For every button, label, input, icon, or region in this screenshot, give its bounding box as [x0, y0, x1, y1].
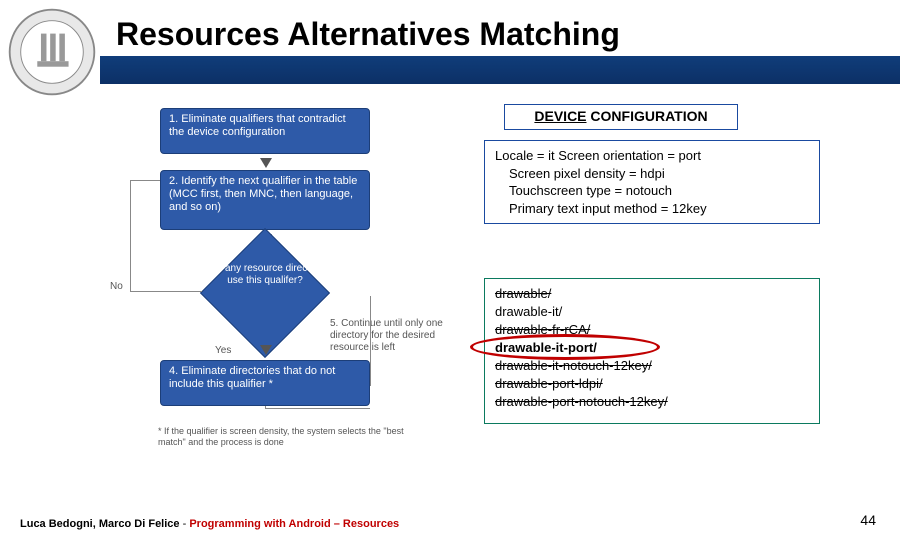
arrow-down-icon — [260, 345, 272, 355]
slide-footer: Luca Bedogni, Marco Di Felice - Programm… — [20, 518, 399, 530]
title-wrap: Resources Alternatives Matching — [116, 16, 620, 53]
diamond-shape — [200, 228, 330, 358]
title-part2: Alternatives Matching — [287, 16, 620, 52]
config-line-locale: Locale = it Screen orientation = port — [495, 147, 809, 165]
drawable-entry: drawable/ — [495, 285, 809, 303]
footer-authors: Luca Bedogni, Marco Di Felice — [20, 518, 180, 530]
crest-icon — [6, 6, 98, 98]
connector-line — [265, 406, 266, 409]
connector-line — [130, 291, 202, 292]
config-line-density: Screen pixel density = hdpi — [495, 165, 809, 183]
connector-line — [130, 180, 131, 291]
drawable-entry: drawable-it/ — [495, 303, 809, 321]
devconf-configuration: CONFIGURATION — [587, 108, 708, 124]
slide-root: Resources Alternatives Matching 1. Elimi… — [0, 0, 900, 540]
flow-step-4: 4. Eliminate directories that do not inc… — [160, 360, 370, 406]
connector-line — [370, 296, 371, 386]
no-label: No — [110, 281, 123, 292]
drawable-entry: drawable-port-notouch-12key/ — [495, 393, 809, 411]
config-line-touch: Touchscreen type = notouch — [495, 182, 809, 200]
devconf-device: DEVICE — [534, 108, 586, 124]
yes-label: Yes — [215, 345, 231, 356]
red-highlight-oval — [470, 334, 660, 360]
flow-step-2: 2. Identify the next qualifier in the ta… — [160, 170, 370, 230]
flow-footnote: * If the qualifier is screen density, th… — [158, 426, 428, 448]
flowchart: 1. Eliminate qualifiers that contradict … — [80, 108, 410, 488]
page-number: 44 — [860, 512, 876, 528]
flow-step-1: 1. Eliminate qualifiers that contradict … — [160, 108, 370, 154]
device-config-heading: DEVICE CONFIGURATION — [504, 104, 738, 130]
connector-line — [265, 408, 370, 409]
device-config-panel: Locale = it Screen orientation = port Sc… — [484, 140, 820, 224]
footer-course: Programming with Android – Resources — [189, 518, 399, 530]
flow-step-3-diamond — [200, 248, 330, 338]
slide-header: Resources Alternatives Matching — [0, 0, 900, 85]
title-part1: Resources — [116, 16, 287, 52]
flow-step-3-text: 3. Do any resource directories use this … — [190, 263, 340, 286]
header-blue-bar — [100, 56, 900, 84]
connector-line — [130, 180, 160, 181]
footer-dash: - — [180, 518, 190, 530]
flow-step-5: 5. Continue until only one directory for… — [330, 318, 460, 354]
drawable-entry: drawable-port-ldpi/ — [495, 375, 809, 393]
config-line-input: Primary text input method = 12key — [495, 200, 809, 218]
arrow-down-icon — [260, 158, 272, 168]
